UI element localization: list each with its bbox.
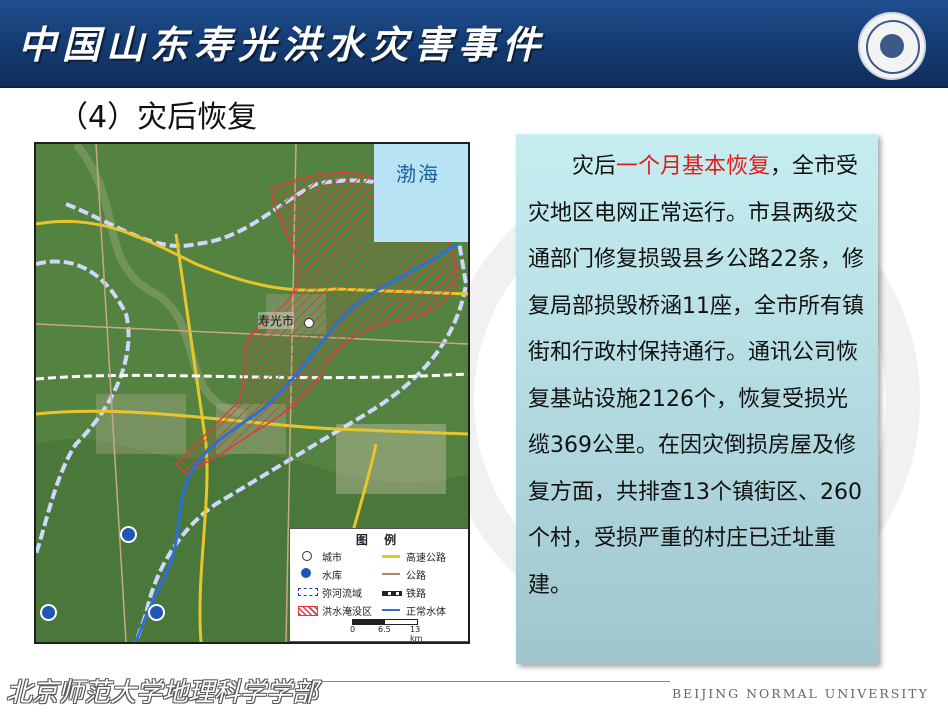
reservoir-icon — [120, 526, 137, 543]
city-label: 寿光市 — [258, 312, 295, 329]
reservoir-legend-icon — [301, 568, 311, 578]
reservoir-icon — [148, 604, 165, 621]
footer-university-name: BEIJING NORMAL UNIVERSITY — [672, 686, 929, 701]
flood-map: 渤海 寿光市 图 例 城市 水库 弥河流域 洪水淹没区 高速公路 公路 铁路 正… — [34, 142, 470, 644]
highlight-text: 一个月基本恢复 — [616, 154, 771, 179]
slide-title: 中国山东寿光洪水灾害事件 — [18, 22, 547, 67]
footer-faculty-name: 北京师范大学地理科学学部 — [6, 678, 319, 708]
legend-title: 图 例 — [355, 533, 403, 547]
section-heading: （4）灾后恢复 — [58, 100, 258, 135]
recovery-paragraph: 灾后一个月基本恢复，全市受灾地区电网正常运行。市县两级交通部门修复损毁县乡公路2… — [528, 154, 864, 598]
recovery-text-panel: 灾后一个月基本恢复，全市受灾地区电网正常运行。市县两级交通部门修复损毁县乡公路2… — [516, 134, 878, 664]
university-seal-icon — [858, 12, 926, 80]
water-legend-icon — [382, 609, 400, 611]
scale-bar: 0 6.5 13 km — [350, 619, 432, 642]
railway-legend-icon — [382, 591, 402, 596]
header-banner: 中国山东寿光洪水灾害事件 — [0, 0, 948, 88]
reservoir-icon — [40, 604, 57, 621]
road-legend-icon — [382, 573, 400, 575]
basin-legend-icon — [298, 588, 318, 596]
highway-legend-icon — [382, 555, 400, 558]
map-legend: 图 例 城市 水库 弥河流域 洪水淹没区 高速公路 公路 铁路 正常水体 0 6… — [289, 528, 468, 642]
city-legend-icon — [302, 551, 312, 561]
sea-label: 渤海 — [396, 162, 440, 186]
footer-divider — [310, 681, 670, 682]
flood-legend-icon — [298, 606, 318, 616]
city-marker-icon — [304, 318, 314, 328]
